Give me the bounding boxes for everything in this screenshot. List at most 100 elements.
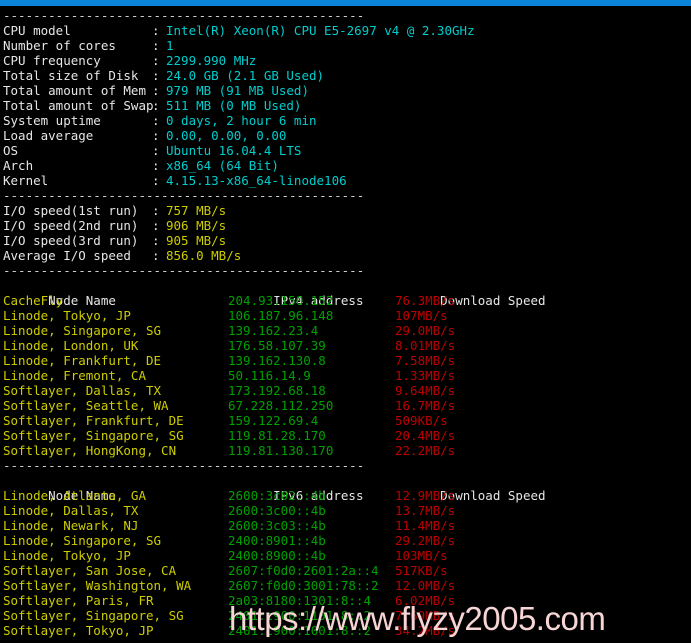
sysinfo-colon: : — [152, 98, 160, 113]
ipv4-download-speed: 7.58MB/s — [395, 353, 456, 368]
ipv6-node-name: Softlayer, San Jose, CA — [3, 563, 177, 578]
sysinfo-colon: : — [152, 158, 160, 173]
sysinfo-colon: : — [152, 113, 160, 128]
sysinfo-colon: : — [152, 23, 160, 38]
sysinfo-label: OS — [3, 143, 19, 158]
ipv4-node-name: Softlayer, Frankfurt, DE — [3, 413, 184, 428]
sysinfo-value: 2299.990 MHz — [166, 53, 257, 68]
ipv6-address: 2607:f0d0:3001:78::2 — [228, 578, 379, 593]
ipv4-address: 204.93.150.152 — [228, 293, 334, 308]
table-row: Linode, Atlanta, GA 2600:3c02::4b 12.9MB/s — [3, 488, 691, 503]
ipv6-download-speed: 12.0MB/s — [395, 578, 456, 593]
ipv4-node-name: Softlayer, Singapore, SG — [3, 428, 184, 443]
sysinfo-row: CPU model: Intel(R) Xeon(R) CPU E5-2697 v… — [3, 23, 691, 38]
sysinfo-value: 979 MB (91 MB Used) — [166, 83, 309, 98]
ipv6-download-speed: 7.69MB/s — [395, 608, 456, 623]
iospeed-colon: : — [152, 248, 160, 263]
iospeed-value: 905 MB/s — [166, 233, 227, 248]
sysinfo-colon: : — [152, 173, 160, 188]
iospeed-colon: : — [152, 233, 160, 248]
ipv4-download-speed: 20.4MB/s — [395, 428, 456, 443]
ipv6-node-name: Linode, Singapore, SG — [3, 533, 162, 548]
ipv6-node-name: Softlayer, Singapore, SG — [3, 608, 184, 623]
sysinfo-label: Load average — [3, 128, 94, 143]
ipv6-address: 2a03:8180:1301:8::4 — [228, 593, 371, 608]
sysinfo-label: Total size of Disk — [3, 68, 139, 83]
ipv4-address: 119.81.130.170 — [228, 443, 334, 458]
separator-line-top: ----------------------------------------… — [3, 8, 365, 23]
sysinfo-row: OS: Ubuntu 16.04.4 LTS — [3, 143, 691, 158]
ipv4-address: 173.192.68.18 — [228, 383, 326, 398]
ipv4-node-name: CacheFly — [3, 293, 64, 308]
ipv6-address: 2600:3c02::4b — [228, 488, 326, 503]
ipv4-address: 139.162.23.4 — [228, 323, 319, 338]
sysinfo-colon: : — [152, 38, 160, 53]
ipv4-download-speed: 16.7MB/s — [395, 398, 456, 413]
ipv4-node-name: Linode, Singapore, SG — [3, 323, 162, 338]
iospeed-label: I/O speed(2nd run) — [3, 218, 139, 233]
ipv6-node-name: Linode, Atlanta, GA — [3, 488, 146, 503]
ipv6-address: 2400:8900::4b — [228, 548, 326, 563]
iospeed-colon: : — [152, 218, 160, 233]
sysinfo-row: Number of cores:1 — [3, 38, 691, 53]
sysinfo-label: Kernel — [3, 173, 49, 188]
ipv4-node-name: Linode, Frankfurt, DE — [3, 353, 162, 368]
ipv6-node-name: Linode, Dallas, TX — [3, 503, 139, 518]
ipv4-node-name: Linode, London, UK — [3, 338, 139, 353]
ipv4-address: 139.162.130.8 — [228, 353, 326, 368]
ipv4-download-speed: 509KB/s — [395, 413, 448, 428]
ipv4-download-speed: 29.0MB/s — [395, 323, 456, 338]
table-row: Softlayer, Washington, WA 2607:f0d0:3001:… — [3, 578, 691, 593]
sysinfo-value: Ubuntu 16.04.4 LTS — [166, 143, 302, 158]
table-row: Linode, Newark, NJ 2600:3c03::4b 11.4MB/s — [3, 518, 691, 533]
sysinfo-colon: : — [152, 53, 160, 68]
ipv4-node-name: Linode, Tokyo, JP — [3, 308, 131, 323]
table-row: CacheFly 204.93.150.152 76.3MB/s — [3, 293, 691, 308]
ipv4-address: 67.228.112.250 — [228, 398, 334, 413]
ipv6-address: 2600:3c00::4b — [228, 503, 326, 518]
ipv6-address: 2600:3c03::4b — [228, 518, 326, 533]
table-row: Softlayer, Singapore, SG 119.81.28.170 20.… — [3, 428, 691, 443]
ipv6-node-name: Softlayer, Paris, FR — [3, 593, 154, 608]
ipv6-download-speed: 34.2MB/s — [395, 623, 456, 638]
io-speed-block: I/O speed(1st run):757 MB/s I/O speed(2nd… — [3, 203, 691, 263]
iospeed-label: Average I/O speed — [3, 248, 131, 263]
separator-line-io: ----------------------------------------… — [3, 188, 365, 203]
ipv4-node-name: Softlayer, HongKong, CN — [3, 443, 177, 458]
iospeed-value: 757 MB/s — [166, 203, 227, 218]
iospeed-colon: : — [152, 203, 160, 218]
ipv6-download-speed: 12.9MB/s — [395, 488, 456, 503]
ipv4-address: 50.116.14.9 — [228, 368, 311, 383]
sysinfo-colon: : — [152, 83, 160, 98]
ipv4-address: 159.122.69.4 — [228, 413, 319, 428]
iospeed-value: 856.0 MB/s — [166, 248, 242, 263]
ipv6-header-speed: Download Speed — [440, 488, 546, 503]
ipv6-address: 2401:c900:1001:8::2 — [228, 623, 371, 638]
ipv6-download-speed: 29.2MB/s — [395, 533, 456, 548]
ipv4-address: 106.187.96.148 — [228, 308, 334, 323]
ipv6-node-name: Linode, Tokyo, JP — [3, 548, 131, 563]
iospeed-value: 906 MB/s — [166, 218, 227, 233]
sysinfo-colon: : — [152, 128, 160, 143]
table-row: Linode, Singapore, SG 139.162.23.4 29.0MB/… — [3, 323, 691, 338]
table-row: Linode, Tokyo, JP 2400:8900::4b 103MB/s — [3, 548, 691, 563]
ipv4-download-speed: 1.33MB/s — [395, 368, 456, 383]
sysinfo-label: CPU model — [3, 23, 71, 38]
separator-line-ipv4: ----------------------------------------… — [3, 263, 365, 278]
table-row: Softlayer, San Jose, CA 2607:f0d0:2601:2a… — [3, 563, 691, 578]
ipv4-table-body: CacheFly 204.93.150.152 76.3MB/s Linode, To… — [3, 293, 691, 458]
sysinfo-row: Total amount of Mem:979 MB (91 MB Used) — [3, 83, 691, 98]
ipv4-download-speed: 9.64MB/s — [395, 383, 456, 398]
iospeed-row: I/O speed(1st run):757 MB/s — [3, 203, 691, 218]
iospeed-row: Average I/O speed:856.0 MB/s — [3, 248, 691, 263]
ipv6-download-speed: 13.7MB/s — [395, 503, 456, 518]
ipv4-download-speed: 76.3MB/s — [395, 293, 456, 308]
ipv4-table-header: Node Name IPv4 address Download Speed — [3, 278, 691, 308]
terminal-output: ----------------------------------------… — [0, 6, 691, 638]
table-row: Linode, Dallas, TX 2600:3c00::4b 13.7MB/s — [3, 503, 691, 518]
table-row: Softlayer, Dallas, TX 173.192.68.18 9.64MB… — [3, 383, 691, 398]
sysinfo-label: Arch — [3, 158, 34, 173]
sysinfo-label: System uptime — [3, 113, 101, 128]
sysinfo-row: Kernel:4.15.13-x86_64-linode106 — [3, 173, 691, 188]
table-row: Softlayer, Paris, FR 2a03:8180:1301:8::4 6… — [3, 593, 691, 608]
